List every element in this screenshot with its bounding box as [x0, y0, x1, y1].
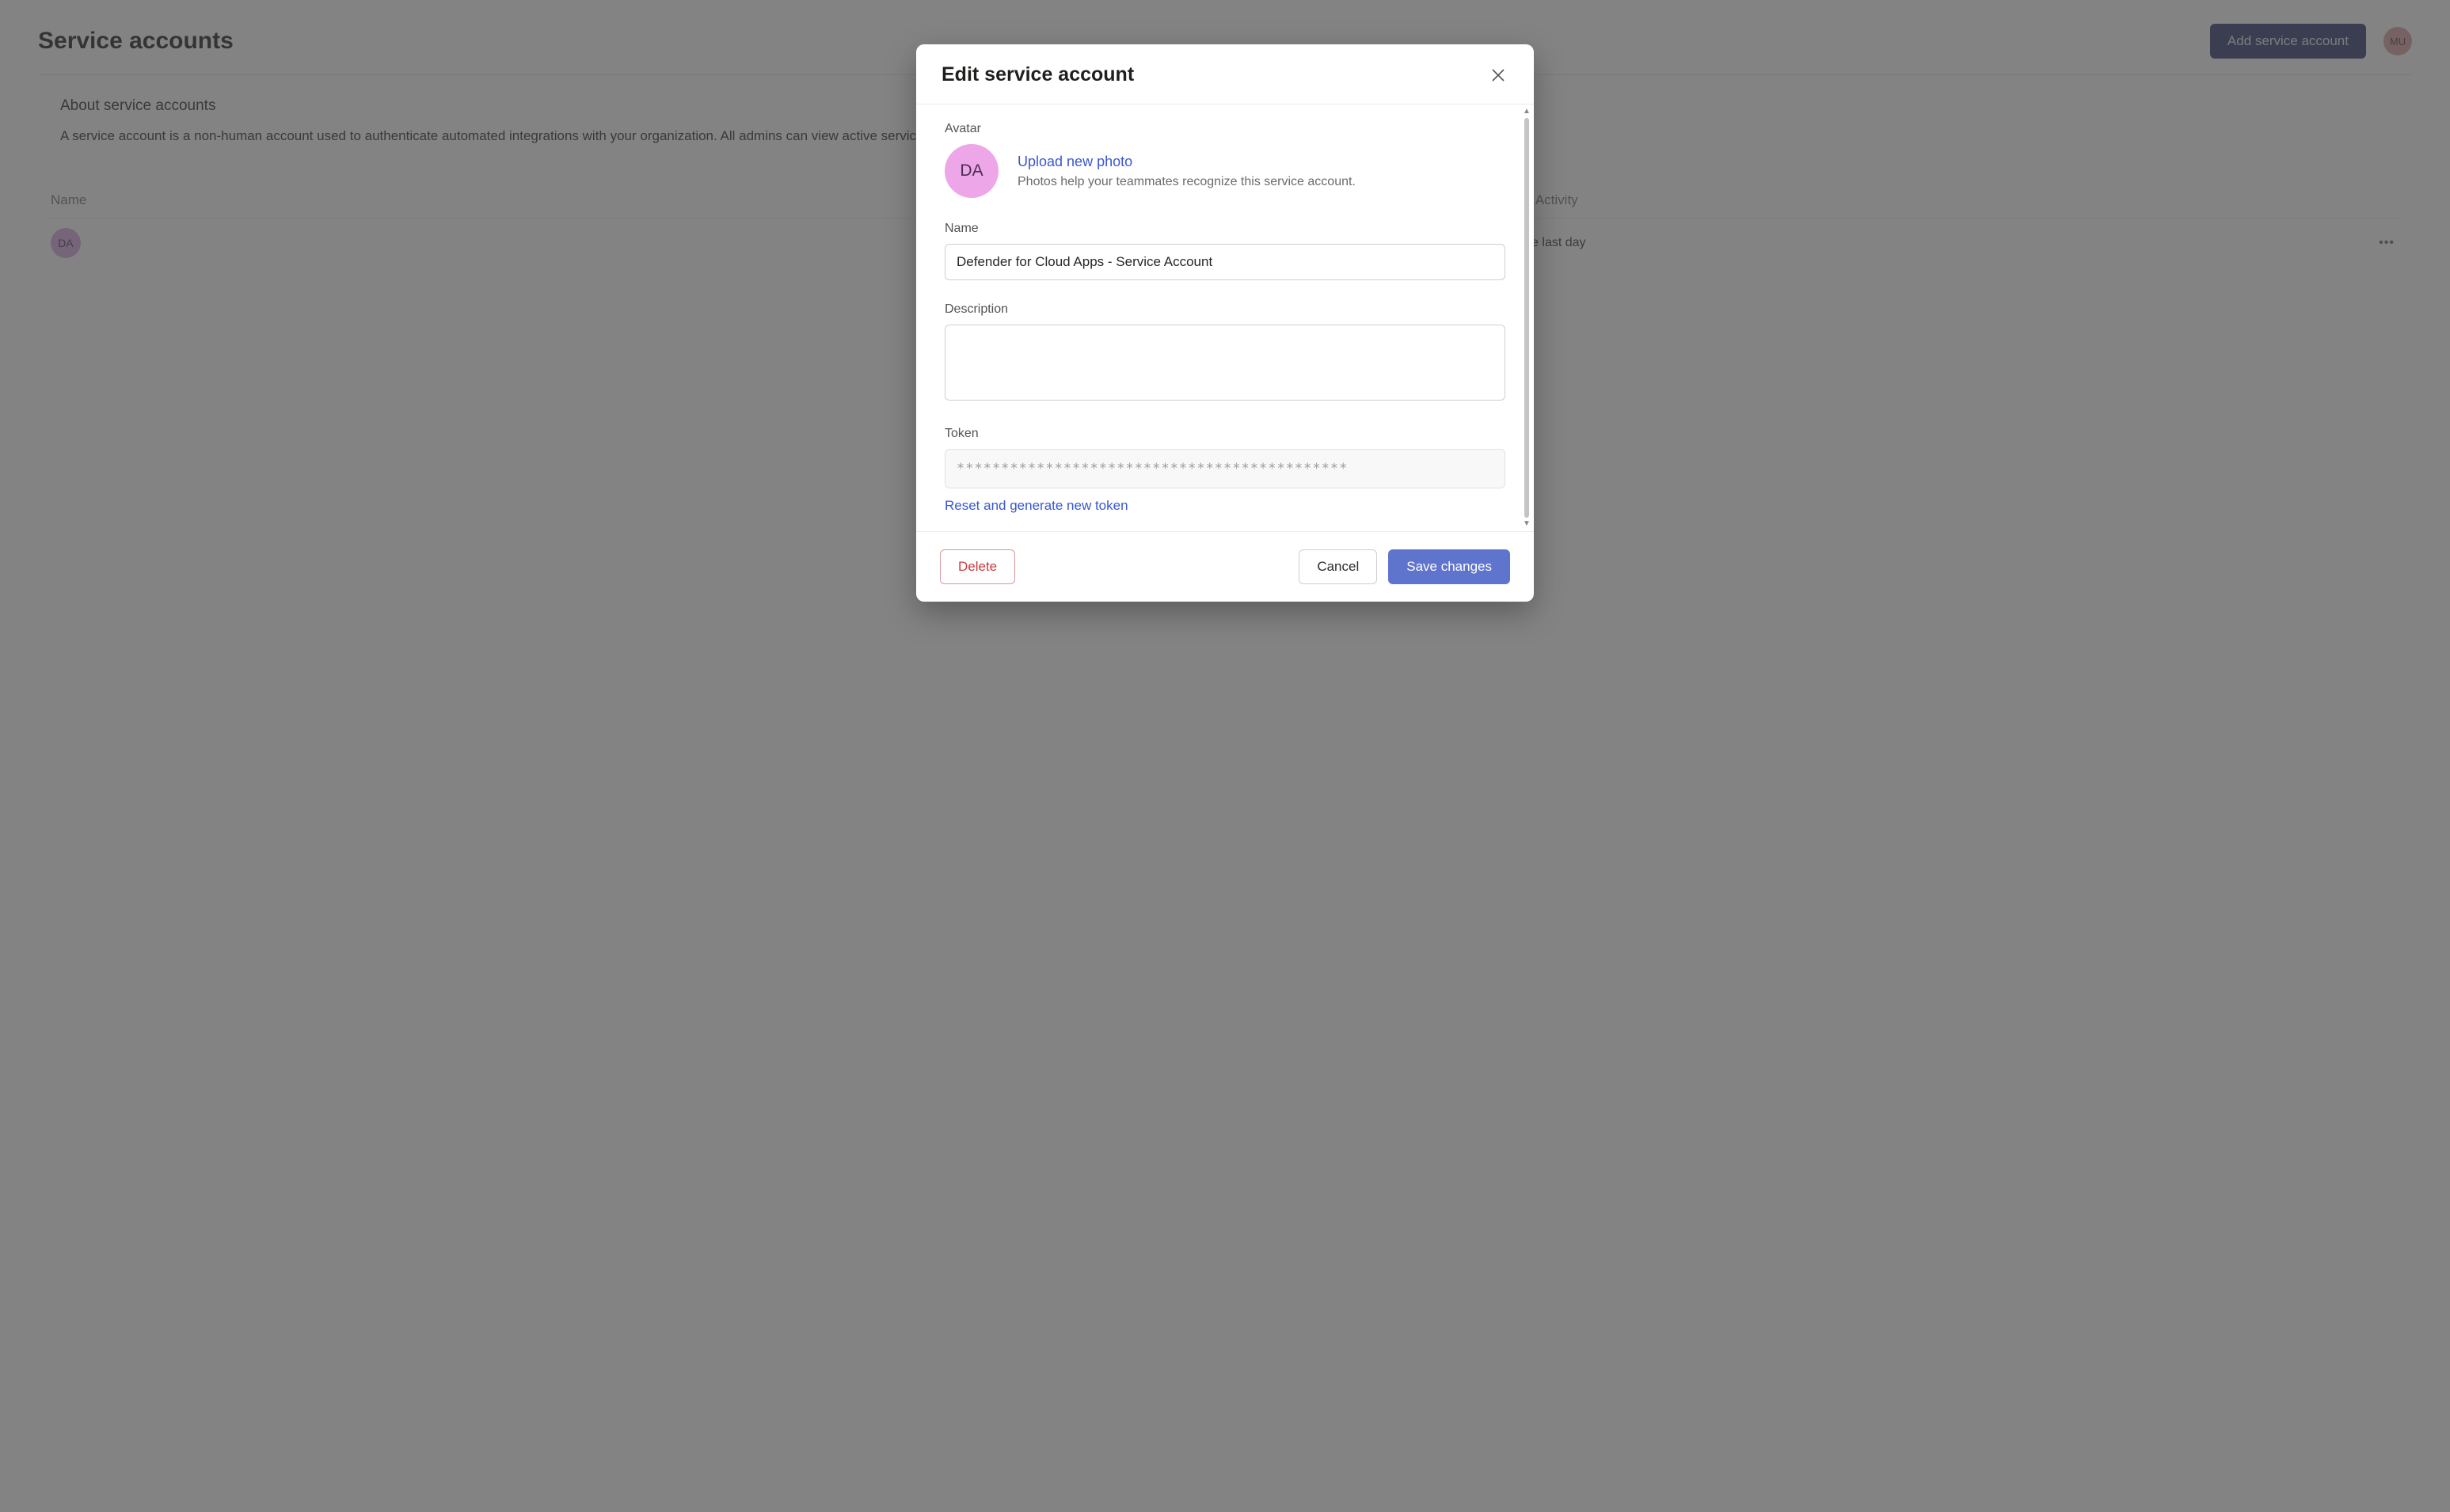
- modal-title: Edit service account: [942, 63, 1134, 86]
- modal-overlay: Edit service account Avatar DA Upload ne…: [0, 0, 2450, 1512]
- close-button[interactable]: [1488, 65, 1508, 85]
- cancel-button[interactable]: Cancel: [1299, 549, 1377, 584]
- description-label: Description: [945, 302, 1505, 317]
- scroll-up-icon[interactable]: ▲: [1523, 108, 1531, 116]
- upload-photo-link[interactable]: Upload new photo: [1018, 154, 1132, 170]
- avatar-label: Avatar: [945, 122, 1505, 136]
- scrollbar[interactable]: ▲ ▼: [1522, 108, 1531, 528]
- save-button[interactable]: Save changes: [1388, 549, 1510, 584]
- upload-help-text: Photos help your teammates recognize thi…: [1018, 175, 1356, 189]
- close-icon: [1491, 68, 1505, 82]
- reset-token-link[interactable]: Reset and generate new token: [945, 498, 1128, 513]
- scroll-down-icon[interactable]: ▼: [1523, 520, 1531, 528]
- description-input[interactable]: [945, 325, 1505, 401]
- avatar: DA: [945, 144, 999, 198]
- token-label: Token: [945, 427, 1505, 441]
- token-display: ****************************************…: [945, 449, 1505, 488]
- name-label: Name: [945, 222, 1505, 236]
- edit-service-account-modal: Edit service account Avatar DA Upload ne…: [916, 44, 1534, 602]
- scroll-thumb[interactable]: [1524, 118, 1529, 518]
- name-input[interactable]: [945, 244, 1505, 280]
- delete-button[interactable]: Delete: [940, 549, 1015, 584]
